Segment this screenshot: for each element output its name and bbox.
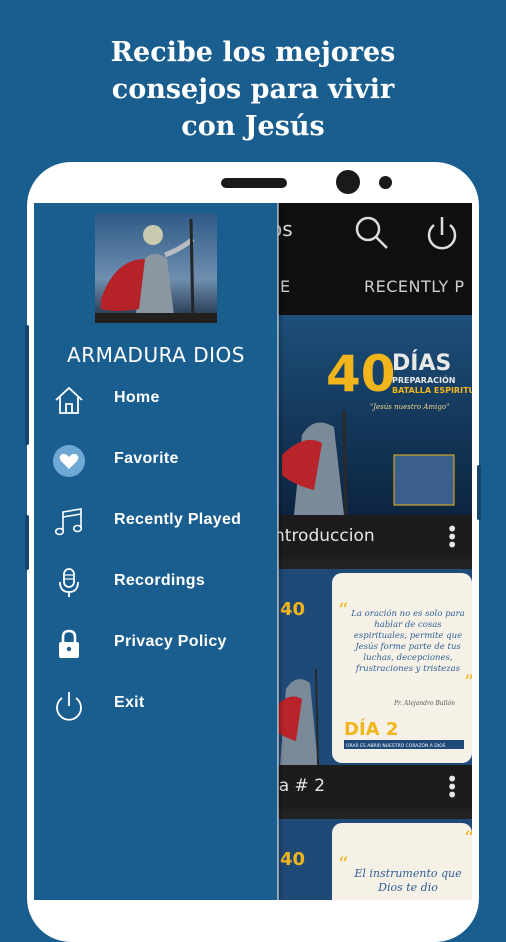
menu-label: Home [114,389,160,406]
phone-side-button [477,465,481,520]
phone-speaker [221,178,287,188]
phone-screen: os E RECENTLY P 40 DÍAS PREPARACIÓN BATA… [34,203,472,900]
navigation-drawer: ARMADURA DIOS Home Favorite Recently Pla… [34,203,278,900]
promo-headline: Recibe los mejores consejos para vivir c… [0,34,506,145]
banner-sub: PREPARACIÓN [392,374,456,385]
phone-side-button [25,325,29,445]
headline-line-3: con Jesús [181,111,325,142]
menu-item-recently-played[interactable]: Recently Played [34,495,278,547]
power-icon [52,688,86,722]
phone-camera [336,170,360,194]
svg-text:“: “ [338,598,348,622]
card-thumbnail: 40 “ La oración no es solo para hablar d… [274,569,472,765]
card-title: ia # 2 [274,776,326,796]
card-title: ntroduccion [274,526,375,546]
tab-home[interactable]: E [280,277,291,296]
tab-recently-played[interactable]: RECENTLY P [364,277,465,296]
search-icon[interactable] [352,213,392,257]
card-caption: ia # 2 • • • [274,765,472,809]
card-quote: La oración no es solo para hablar de cos… [351,609,465,674]
menu-item-privacy-policy[interactable]: Privacy Policy [34,617,278,669]
banner-tag: "Jesús nuestro Amigo" [370,403,449,411]
more-vert-icon[interactable]: • • • [446,519,458,555]
menu-item-favorite[interactable]: Favorite [34,434,278,486]
card-quote: El instrumento que Dios te dio [354,867,462,894]
menu-label: Favorite [114,450,179,467]
card-quote-author: Pr. Alejandro Bullón [393,700,455,707]
svg-text:”: ” [464,670,472,694]
heart-icon [52,444,86,478]
lock-icon [52,627,86,661]
drawer-header-image [95,213,217,323]
menu-label: Privacy Policy [114,633,227,650]
home-icon [52,383,86,417]
card-caption: ntroduccion • • • [274,515,472,559]
card-day-sub: ORAR ES ABRIR NUESTRO CORAZÓN A DIOS [346,742,446,749]
menu-item-recordings[interactable]: Recordings [34,556,278,608]
list-item[interactable]: 40 DÍAS PREPARACIÓN BATALLA ESPIRITUAL "… [274,315,472,559]
menu-item-home[interactable]: Home [34,373,278,425]
phone-side-button [25,515,29,570]
drawer-title: ARMADURA DIOS [67,343,245,367]
menu-item-exit[interactable]: Exit [34,678,278,730]
phone-sensor [379,176,392,189]
power-icon[interactable] [422,213,462,257]
svg-text:40: 40 [280,599,305,620]
microphone-icon [52,566,86,600]
headline-line-2: consejos para vivir [111,74,395,105]
card-thumbnail: 40 DÍAS PREPARACIÓN BATALLA ESPIRITUAL "… [274,315,472,515]
card-day: DÍA 2 [344,718,398,740]
menu-label: Exit [114,694,145,711]
menu-label: Recordings [114,572,206,589]
list-item[interactable]: 40 “ La oración no es solo para hablar d… [274,569,472,809]
banner-word: DÍAS [392,350,451,376]
card-thumbnail: 40 “ “ El instrumento que Dios te dio [274,819,472,900]
menu-label: Recently Played [114,511,242,528]
list-item[interactable]: 40 “ “ El instrumento que Dios te dio [274,819,472,900]
banner-sub2: BATALLA ESPIRITUAL [392,386,472,395]
music-note-icon [52,505,86,539]
svg-text:“: “ [464,826,472,850]
more-vert-icon[interactable]: • • • [446,769,458,805]
headline-line-1: Recibe los mejores [110,37,396,68]
banner-number: 40 [326,345,396,403]
svg-text:40: 40 [280,849,305,870]
drawer-divider [277,203,279,900]
svg-text:“: “ [338,852,348,876]
